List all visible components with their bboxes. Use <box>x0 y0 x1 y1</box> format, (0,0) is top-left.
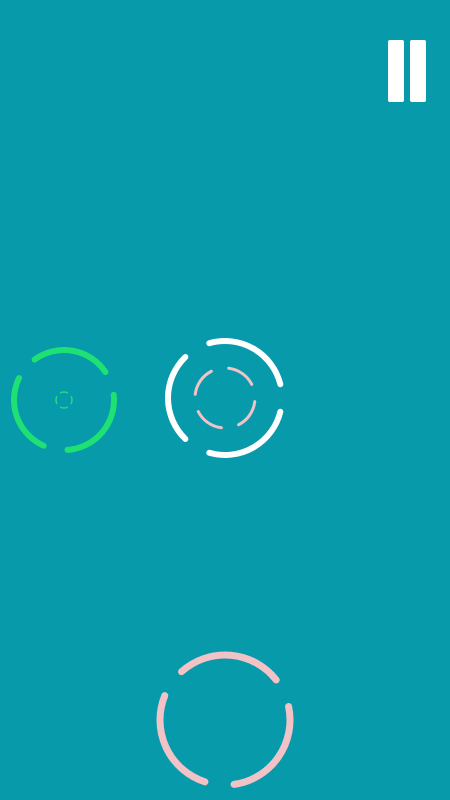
pink-ring-bottom-segment <box>230 702 294 788</box>
game-screen[interactable] <box>0 0 450 800</box>
pink-ring-inner[interactable] <box>193 366 257 430</box>
green-ring-core-segment <box>59 406 69 409</box>
white-ring-outer-segment <box>206 408 284 458</box>
pink-ring-inner-segment <box>196 410 223 430</box>
pink-ring-bottom[interactable] <box>156 651 294 788</box>
white-ring-outer-segment <box>165 354 189 442</box>
white-ring-outer[interactable] <box>165 338 284 458</box>
pink-ring-inner-segment <box>227 366 254 386</box>
green-ring-outer[interactable] <box>11 347 117 453</box>
green-ring-core-segment <box>59 391 69 394</box>
green-ring-outer-segment <box>11 375 47 449</box>
green-ring-core-segment <box>70 395 73 405</box>
green-ring-core <box>55 391 73 409</box>
pink-ring-inner-segment <box>193 369 213 396</box>
pink-ring-inner-segment <box>237 400 257 427</box>
green-ring-outer-segment <box>31 347 109 376</box>
white-ring-outer-segment <box>206 338 284 388</box>
pink-ring-bottom-segment <box>178 651 280 684</box>
rings-layer <box>11 338 294 788</box>
green-ring-outer-segment <box>64 391 117 453</box>
pink-ring-bottom-segment <box>156 692 209 786</box>
green-ring-core-segment <box>55 395 58 405</box>
